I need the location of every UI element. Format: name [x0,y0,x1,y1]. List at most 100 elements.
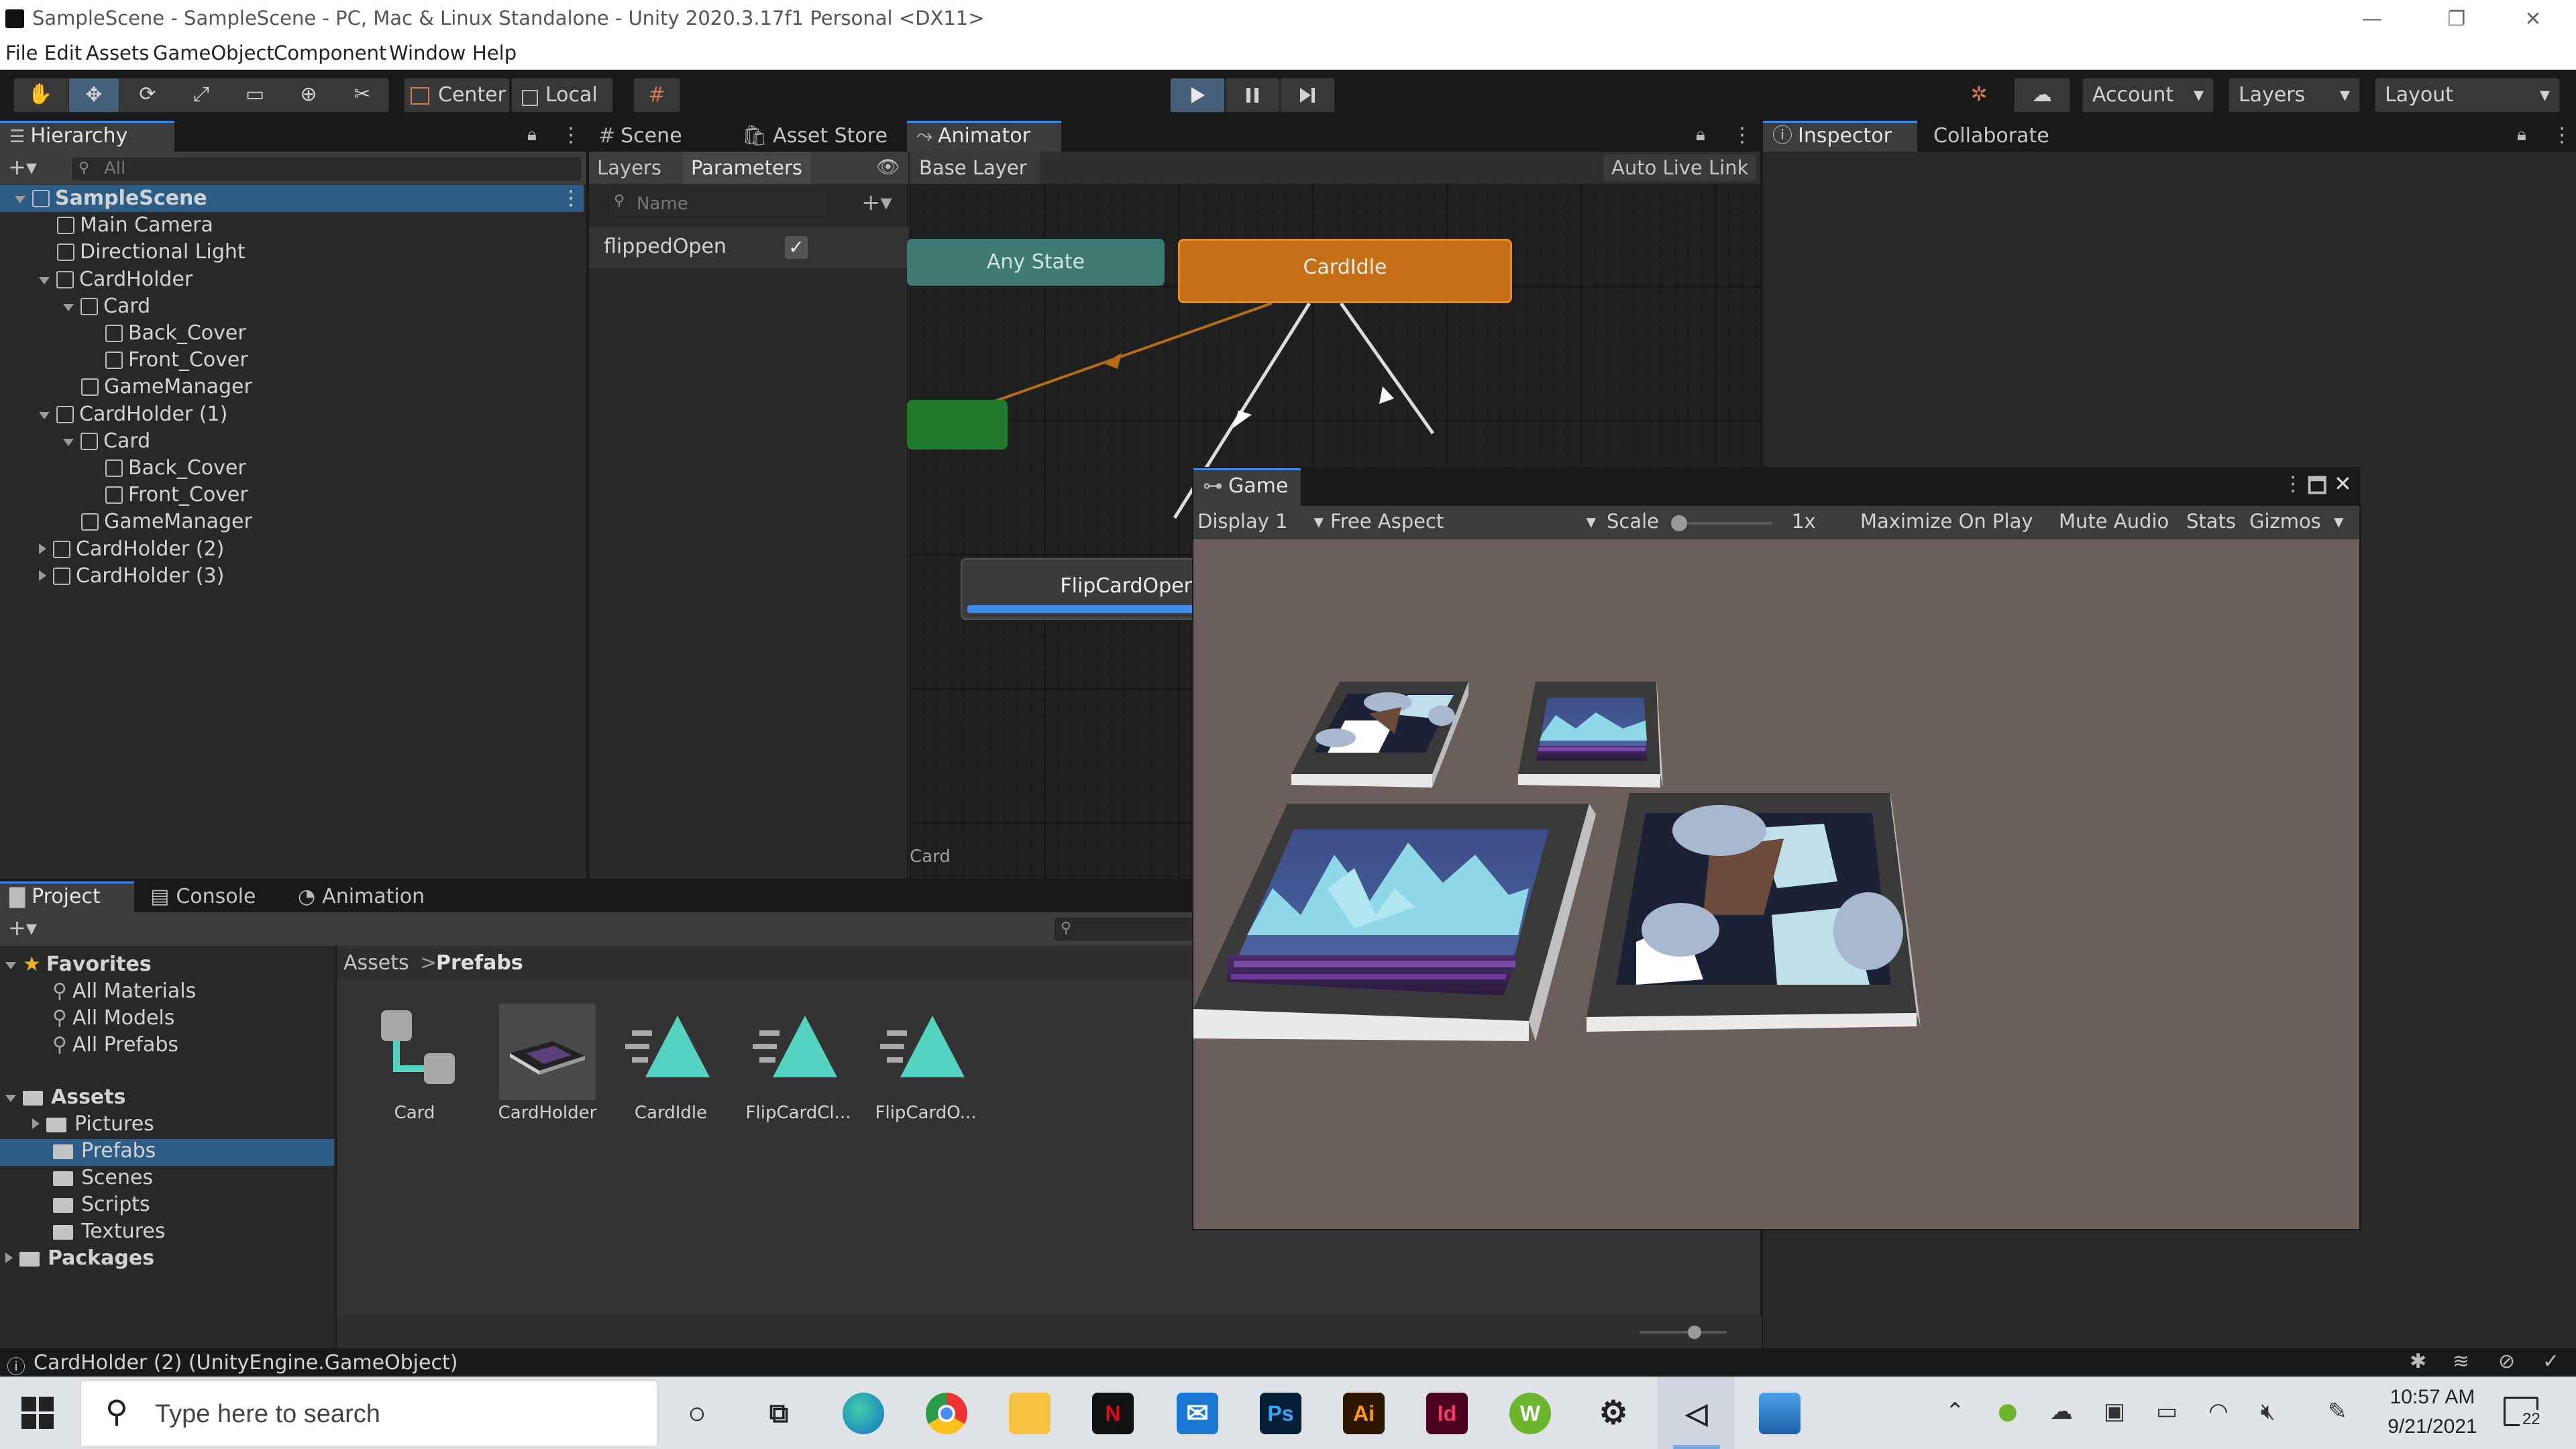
favorite-item[interactable]: ⚲ All Materials [52,979,196,1003]
grid-snap-icon[interactable]: # [633,78,680,113]
aspect-dropdown[interactable]: Free Aspect ▾ [1330,510,1599,533]
battery-icon[interactable]: ▭ [2156,1398,2178,1425]
menu-file[interactable]: File [5,42,38,64]
favorite-item[interactable]: ⚲ All Models [52,1006,174,1030]
maximize-icon[interactable]: 🗖︎ [2307,471,2327,507]
breadcrumb-assets[interactable]: Assets [343,951,409,975]
tab-scene[interactable]: # Scene [589,121,723,152]
layout-dropdown[interactable]: Layout ▾ [2375,78,2560,113]
pause-button[interactable] [1225,78,1280,113]
tab-inspector[interactable]: ⓘ Inspector [1763,121,1917,152]
chrome-icon[interactable] [926,1393,967,1434]
display-dropdown[interactable]: Display 1 ▾ [1197,510,1325,533]
lock-icon[interactable]: 🔒︎ [2517,125,2526,146]
add-parameter-button[interactable]: +▾ [861,189,892,216]
menu-gameobject[interactable]: GameObject [153,42,274,64]
mute-audio-toggle[interactable]: Mute Audio [2059,510,2169,533]
photoshop-icon[interactable]: Ps [1260,1393,1301,1434]
asset-item[interactable]: Card [354,1004,475,1138]
clock-time[interactable]: 10:57 AM [2385,1386,2479,1409]
kebab-menu-icon[interactable]: ⋮ [1732,123,1752,147]
asset-item[interactable]: FlipCardCl... [738,1004,859,1138]
favorite-item[interactable]: ⚲ All Prefabs [52,1033,178,1057]
hierarchy-row[interactable]: CardHolder (2) [0,536,584,563]
folder-row[interactable]: Textures [53,1220,165,1243]
stack-icon[interactable]: ≋ [2453,1350,2469,1373]
packages-row[interactable]: Packages [5,1246,154,1270]
folder-row[interactable]: Scenes [53,1166,153,1189]
network-off-icon[interactable]: ⊘ [2498,1350,2515,1373]
eye-icon[interactable]: 👁︎ [876,156,900,178]
lock-icon[interactable]: 🔒︎ [1696,125,1705,146]
hierarchy-row[interactable]: GameManager [0,374,584,400]
hierarchy-row[interactable]: Front_Cover [0,347,584,374]
bug-icon[interactable]: ✱ [2410,1350,2426,1373]
chevron-down-icon[interactable]: ▾ [2334,510,2344,533]
menu-assets[interactable]: Assets [86,42,149,64]
chevron-down-icon[interactable] [15,196,25,203]
layers-dropdown[interactable]: Layers ▾ [2229,78,2360,113]
folder-row-selected[interactable] [0,1139,334,1166]
asset-item[interactable]: FlipCardO... [865,1004,986,1138]
scale-slider-thumb[interactable] [1671,515,1687,531]
hierarchy-row[interactable]: Back_Cover [0,455,584,482]
menu-component[interactable]: Component [274,42,386,64]
onedrive-icon[interactable]: ☁ [2050,1398,2073,1425]
photos-icon[interactable] [1759,1393,1801,1434]
hierarchy-row[interactable]: Front_Cover [0,482,584,508]
webroot-tray-icon[interactable]: ● [1998,1398,2018,1425]
netflix-icon[interactable]: N [1092,1393,1134,1434]
add-asset-icon[interactable]: +▾ [8,915,37,941]
transform-tool-icon[interactable]: ⊕ [283,78,334,113]
hierarchy-row[interactable]: Main Camera [0,212,584,239]
tab-animation[interactable]: ◔ Animation [288,881,463,912]
close-button[interactable]: ✕ [2500,4,2567,35]
play-button[interactable] [1170,78,1225,113]
breadcrumb-prefabs[interactable]: Prefabs [436,951,523,975]
state-entry[interactable] [907,400,1008,449]
restore-button[interactable]: ❐ [2423,4,2490,35]
folder-row[interactable]: Prefabs [53,1139,156,1163]
kebab-menu-icon[interactable]: ⋮ [561,123,581,147]
hierarchy-row[interactable]: Card [0,428,584,455]
collab-icon[interactable]: ✲ [1951,78,2007,113]
state-any-state[interactable]: Any State [907,239,1165,286]
icon-size-slider-thumb[interactable] [1688,1326,1701,1339]
hierarchy-search-input[interactable]: ⚲ All [72,158,581,180]
scene-row[interactable]: SampleScene ⋮ [0,185,584,212]
stats-toggle[interactable]: Stats [2186,510,2236,533]
hierarchy-row[interactable]: Directional Light [0,239,584,266]
account-dropdown[interactable]: Account ▾ [2082,78,2214,113]
chevron-down-icon[interactable] [39,276,50,284]
cortana-icon[interactable]: ○ [676,1393,718,1434]
wifi-icon[interactable]: ◠ [2208,1398,2229,1425]
tab-asset-store[interactable]: 🛍︎ Asset Store [733,121,907,152]
taskbar-search-box[interactable]: ⚲ Type here to search [80,1381,657,1446]
asset-item[interactable]: CardIdle [610,1004,731,1138]
file-explorer-icon[interactable] [1009,1393,1051,1434]
hand-tool-icon[interactable]: ✋ [15,78,66,113]
assets-row[interactable]: Assets [5,1085,125,1109]
hierarchy-row[interactable]: GameManager [0,508,584,535]
kebab-menu-icon[interactable]: ⋮ [2552,123,2572,147]
hierarchy-row[interactable]: CardHolder (3) [0,563,584,590]
parameter-search-input[interactable]: ⚲ Name [608,191,829,217]
menu-help[interactable]: Help [472,42,517,64]
edge-icon[interactable] [843,1393,884,1434]
folder-row[interactable]: Pictures [32,1112,154,1136]
menu-edit[interactable]: Edit [44,42,82,64]
asset-item[interactable]: CardHolder [482,1004,602,1138]
tab-parameters[interactable]: Parameters [683,152,810,184]
minimize-button[interactable]: — [2339,4,2406,35]
windows-start-icon[interactable] [21,1397,54,1429]
add-icon[interactable]: +▾ [8,154,37,180]
state-card-idle[interactable]: CardIdle [1178,239,1512,303]
pen-icon[interactable]: ✎ [2328,1398,2347,1425]
chevron-down-icon[interactable] [39,411,50,419]
clock-date[interactable]: 9/21/2021 [2380,1415,2485,1438]
cloud-icon[interactable]: ☁ [2014,78,2070,113]
chevron-right-icon[interactable] [39,570,46,581]
kebab-menu-icon[interactable]: ⋮ [561,185,581,212]
settings-icon[interactable]: ⚙ [1593,1393,1634,1434]
mail-icon[interactable]: ✉ [1177,1393,1218,1434]
